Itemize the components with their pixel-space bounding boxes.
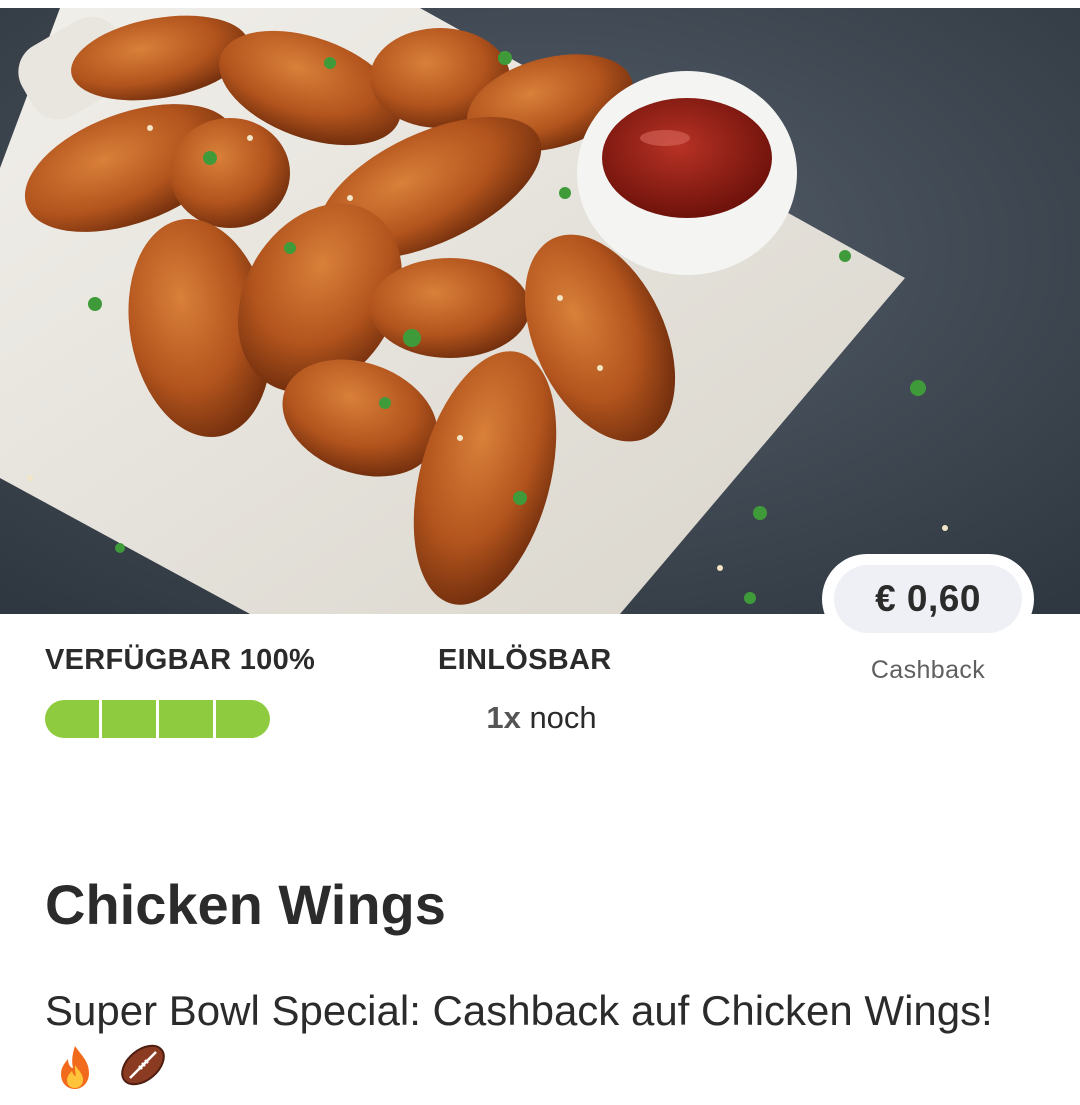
- availability-title: VERFÜGBAR 100%: [45, 644, 316, 676]
- availability-progress-bar: [45, 700, 270, 738]
- product-description-text: Super Bowl Special: Cashback auf Chicken…: [45, 987, 993, 1034]
- product-description: Super Bowl Special: Cashback auf Chicken…: [45, 983, 1035, 1105]
- cashback-label: Cashback: [870, 656, 986, 684]
- fire-icon: [51, 1043, 99, 1105]
- cashback-badge: € 0,60: [822, 554, 1034, 644]
- redeemable-title: EINLÖSBAR: [438, 644, 612, 676]
- hero-image: [0, 8, 1080, 614]
- availability-segment: [216, 700, 270, 738]
- product-title: Chicken Wings: [45, 873, 446, 936]
- cashback-amount: € 0,60: [834, 565, 1022, 633]
- availability-segment: [102, 700, 159, 738]
- redeemable-count-suffix: noch: [529, 700, 597, 735]
- availability-segment: [159, 700, 216, 738]
- availability-segment: [45, 700, 102, 738]
- chicken-wings-photo: [0, 8, 1080, 614]
- redeemable-count: 1x noch: [438, 700, 645, 736]
- redeemable-count-number: 1x: [486, 700, 521, 735]
- football-icon: [117, 1039, 169, 1105]
